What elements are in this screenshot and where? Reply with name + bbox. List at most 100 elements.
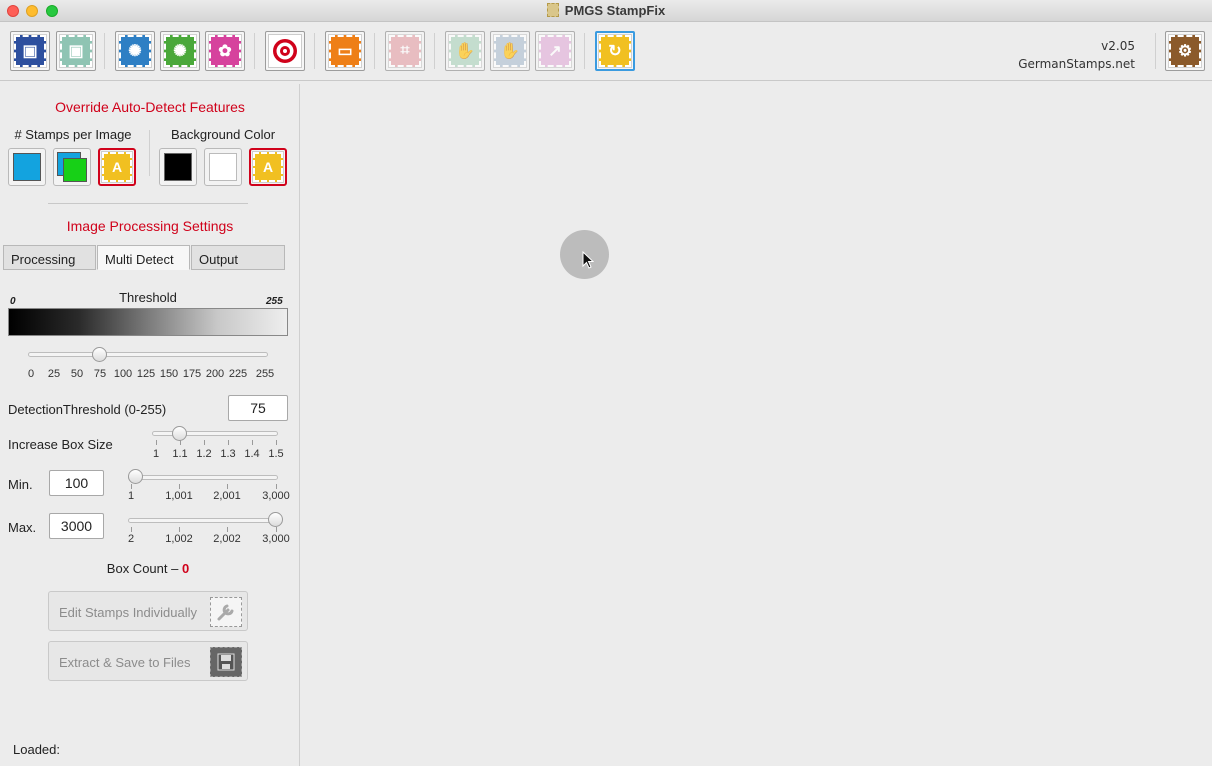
title-bar: PMGS StampFix [0, 0, 1212, 22]
crop-button[interactable]: ⌗ [385, 31, 425, 71]
tick-label: 2 [127, 533, 135, 545]
toolbar-separator [314, 33, 315, 69]
tick-label: 125 [136, 368, 156, 380]
box-size-tickmarks [0, 440, 300, 446]
monitor-icon: ▭ [328, 34, 362, 68]
max-slider-track[interactable] [128, 518, 278, 523]
tick-label: 225 [228, 368, 248, 380]
multi-stamp-icon [57, 152, 87, 182]
bg-auto-button[interactable]: A [249, 148, 287, 186]
detection-threshold-label: DetectionThreshold (0-255) [8, 402, 167, 417]
tab-multi-detect[interactable]: Multi Detect [97, 245, 190, 270]
save-as-icon: ▣ [59, 34, 93, 68]
box-size-slider-track[interactable] [152, 431, 278, 436]
edit-stamps-label: Edit Stamps Individually [59, 605, 198, 620]
refresh-icon: ↻ [598, 34, 632, 68]
single-stamp-icon [13, 153, 41, 181]
hand-add-icon: ✋ [493, 34, 527, 68]
threshold-slider-track[interactable] [28, 352, 268, 357]
tick-label: 75 [93, 368, 107, 380]
target-icon [268, 34, 302, 68]
version-info: v2.05 GermanStamps.net [1018, 37, 1135, 73]
image-canvas[interactable] [301, 84, 1212, 766]
min-slider-track[interactable] [128, 475, 278, 480]
vertical-separator [149, 130, 150, 176]
threshold-slider-thumb[interactable] [91, 347, 107, 362]
pointer-icon [582, 251, 594, 269]
white-swatch-icon [209, 153, 237, 181]
tick-label: 3,000 [262, 533, 290, 545]
tick-label: 1.1 [172, 448, 188, 460]
min-ticks: 1 1,001 2,001 3,000 [0, 490, 300, 504]
toolbar-separator [254, 33, 255, 69]
auto-icon: A [252, 151, 284, 183]
detection-threshold-input[interactable]: 75 [228, 395, 288, 421]
override-heading: Override Auto-Detect Features [55, 99, 245, 115]
save-as-button[interactable]: ▣ [56, 31, 96, 71]
box-count-value: 0 [181, 561, 190, 576]
refresh-button[interactable]: ↻ [595, 31, 635, 71]
box-size-ticks: 1 1.1 1.2 1.3 1.4 1.5 [0, 448, 300, 462]
tab-processing[interactable]: Processing [3, 245, 96, 270]
auto-glyph: A [111, 159, 123, 175]
tick-label: 1,001 [165, 490, 193, 502]
toolbar-separator [434, 33, 435, 69]
add-hand-button[interactable]: ✋ [490, 31, 530, 71]
crop-icon: ⌗ [388, 34, 422, 68]
single-stamp-button[interactable] [8, 148, 46, 186]
app-window: PMGS StampFix ▣ ▣ ✺ ✺ ✿ ▭ ⌗ ✋ ✋ ↗ ↻ v2.0… [0, 0, 1212, 766]
app-stamp-icon [546, 3, 559, 17]
export-button[interactable]: ↗ [535, 31, 575, 71]
auto-glyph: A [262, 159, 274, 175]
export-icon: ↗ [538, 34, 572, 68]
settings-tabs: Processing Multi Detect Output [3, 245, 286, 271]
edit-stamps-button[interactable]: Edit Stamps Individually [48, 591, 248, 631]
wrench-icon [210, 597, 242, 627]
preferences-button[interactable]: ⚙ [1165, 31, 1205, 71]
select-hand-button[interactable]: ✋ [445, 31, 485, 71]
tab-processing-label: Processing [11, 252, 76, 267]
auto-adjust-green-button[interactable]: ✺ [160, 31, 200, 71]
multi-stamp-button[interactable] [53, 148, 91, 186]
tick-label: 25 [47, 368, 61, 380]
processing-heading: Image Processing Settings [66, 218, 234, 234]
background-color-label: Background Color [170, 127, 276, 142]
tab-multi-detect-label: Multi Detect [105, 252, 174, 267]
auto-adjust-blue-button[interactable]: ✺ [115, 31, 155, 71]
tick-label: 3,000 [262, 490, 290, 502]
bulb-green-icon: ✺ [163, 34, 197, 68]
toolbar-separator [1155, 33, 1156, 69]
bg-black-button[interactable] [159, 148, 197, 186]
tick-label: 1,002 [165, 533, 193, 545]
window-title: PMGS StampFix [0, 3, 1212, 18]
box-size-slider-thumb[interactable] [172, 426, 187, 441]
tick-label: 1.3 [220, 448, 236, 460]
extract-save-button[interactable]: Extract & Save to Files [48, 641, 248, 681]
mouse-cursor-highlight [560, 230, 609, 279]
tick-label: 1 [127, 490, 135, 502]
min-slider-thumb[interactable] [128, 469, 143, 484]
max-ticks: 2 1,002 2,002 3,000 [0, 533, 300, 547]
auto-icon: A [101, 151, 133, 183]
extract-save-label: Extract & Save to Files [59, 655, 191, 670]
display-button[interactable]: ▭ [325, 31, 365, 71]
settings-pink-button[interactable]: ✿ [205, 31, 245, 71]
tick-label: 1.5 [268, 448, 284, 460]
target-button[interactable] [265, 31, 305, 71]
hand-icon: ✋ [448, 34, 482, 68]
version-label: v2.05 [1101, 39, 1135, 53]
tab-output[interactable]: Output [191, 245, 285, 270]
status-label: Loaded: [13, 742, 60, 757]
max-slider-thumb[interactable] [268, 512, 283, 527]
save-button[interactable]: ▣ [10, 31, 50, 71]
auto-stamps-button[interactable]: A [98, 148, 136, 186]
tick-label: 150 [159, 368, 179, 380]
toolbar-separator [374, 33, 375, 69]
threshold-label: Threshold [119, 290, 177, 305]
bg-white-button[interactable] [204, 148, 242, 186]
toolbar-separator [104, 33, 105, 69]
threshold-gradient [8, 308, 288, 336]
site-label: GermanStamps.net [1018, 57, 1135, 71]
tick-label: 175 [182, 368, 202, 380]
window-title-text: PMGS StampFix [564, 3, 666, 18]
